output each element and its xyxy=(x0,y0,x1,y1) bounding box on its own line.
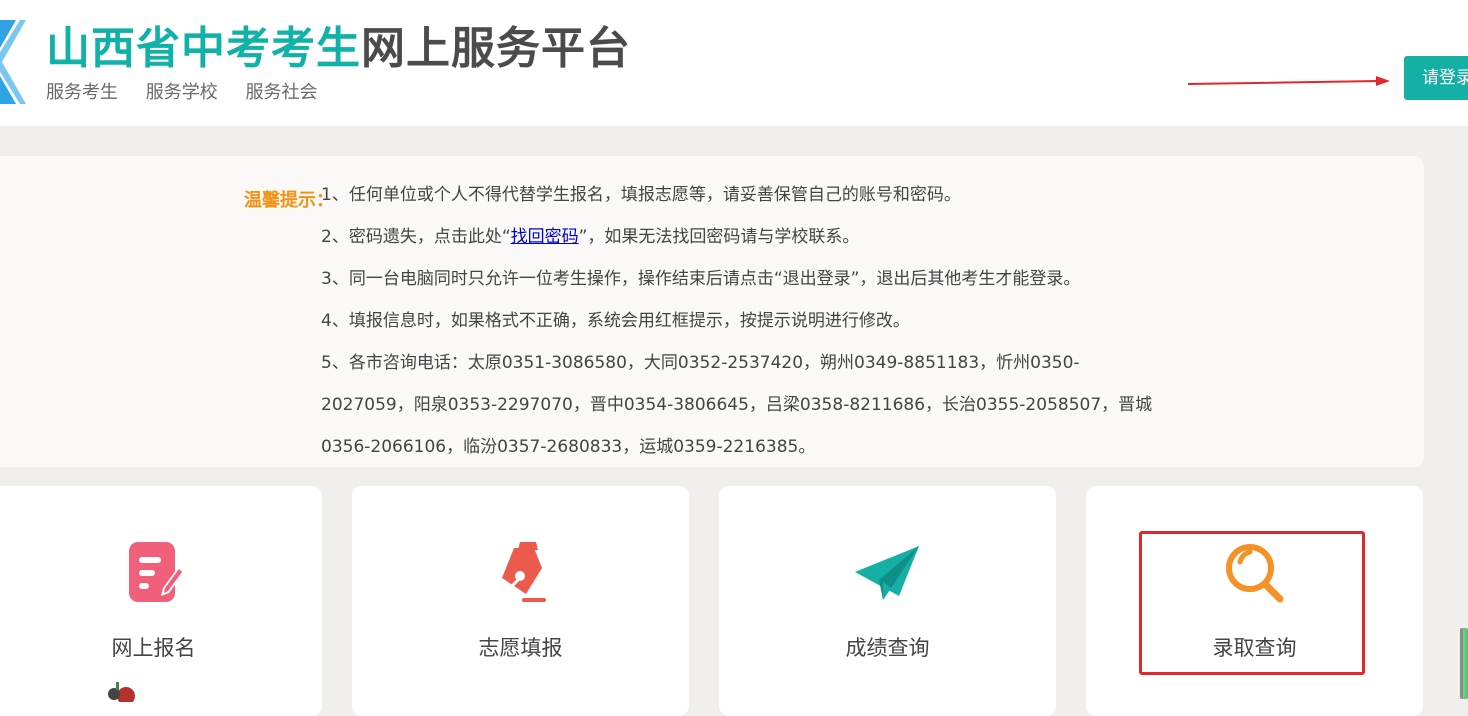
notice-item-5-line-3: 0356-2066106，临汾0357-2680833，运城0359-22163… xyxy=(321,437,816,457)
notice-item-2-prefix: 2、密码遗失，点击此处“ xyxy=(321,227,511,247)
card-admission-query[interactable]: 录取查询 xyxy=(1086,486,1423,716)
card-volunteer-filling[interactable]: 志愿填报 xyxy=(352,486,689,716)
card-score-query[interactable]: 成绩查询 xyxy=(719,486,1056,716)
card-label-admission: 录取查询 xyxy=(1212,636,1297,660)
paper-plane-icon xyxy=(854,546,919,600)
magnifier-icon xyxy=(1225,544,1283,603)
recover-password-link[interactable]: 找回密码 xyxy=(511,227,579,247)
red-arrow-annotation xyxy=(1187,76,1390,86)
notice-panel: 温馨提示： 1、任何单位或个人不得代替学生报名，填报志愿等，请妥善保管自己的账号… xyxy=(0,156,1424,467)
card-label-registration: 网上报名 xyxy=(111,636,196,660)
slogans: 服务考生 服务学校 服务社会 xyxy=(46,78,339,104)
edit-form-icon xyxy=(128,542,185,602)
slogan-3: 服务社会 xyxy=(245,82,318,103)
scrollbar-thumb[interactable] xyxy=(1460,628,1468,699)
slogan-2: 服务学校 xyxy=(145,82,218,103)
fountain-pen-icon xyxy=(500,542,546,602)
logo-mark-icon xyxy=(0,20,26,104)
site-title-part2: 网上服务平台 xyxy=(361,23,631,74)
site-title: 山西省中考考生网上服务平台 xyxy=(46,22,631,76)
card-online-registration[interactable]: 网上报名 xyxy=(0,486,322,716)
notice-item-4: 4、填报信息时，如果格式不正确，系统会用红框提示，按提示说明进行修改。 xyxy=(321,311,910,331)
site-title-part1: 山西省中考考生 xyxy=(46,23,361,74)
notice-item-2: 2、密码遗失，点击此处“找回密码”，如果无法找回密码请与学校联系。 xyxy=(321,222,859,247)
card-label-score: 成绩查询 xyxy=(845,636,930,660)
notice-item-2-suffix: ”，如果无法找回密码请与学校联系。 xyxy=(578,227,860,247)
notice-item-3: 3、同一台电脑同时只允许一位考生操作，操作结束后请点击“退出登录”，退出后其他考… xyxy=(321,269,1081,289)
site-header: 山西省中考考生网上服务平台 服务考生 服务学校 服务社会 请登录 xyxy=(0,0,1468,126)
notice-item-1: 1、任何单位或个人不得代替学生报名，填报志愿等，请妥善保管自己的账号和密码。 xyxy=(321,185,961,205)
slogan-1: 服务考生 xyxy=(46,82,118,103)
login-button[interactable]: 请登录 xyxy=(1404,56,1468,100)
notice-item-5-line-2: 2027059，阳泉0353-2297070，晋中0354-3806645，吕梁… xyxy=(321,395,1153,415)
notice-item-5-line-1: 5、各市咨询电话：太原0351-3086580，大同0352-2537420，朔… xyxy=(321,353,1080,373)
card-label-volunteer: 志愿填报 xyxy=(478,636,563,660)
